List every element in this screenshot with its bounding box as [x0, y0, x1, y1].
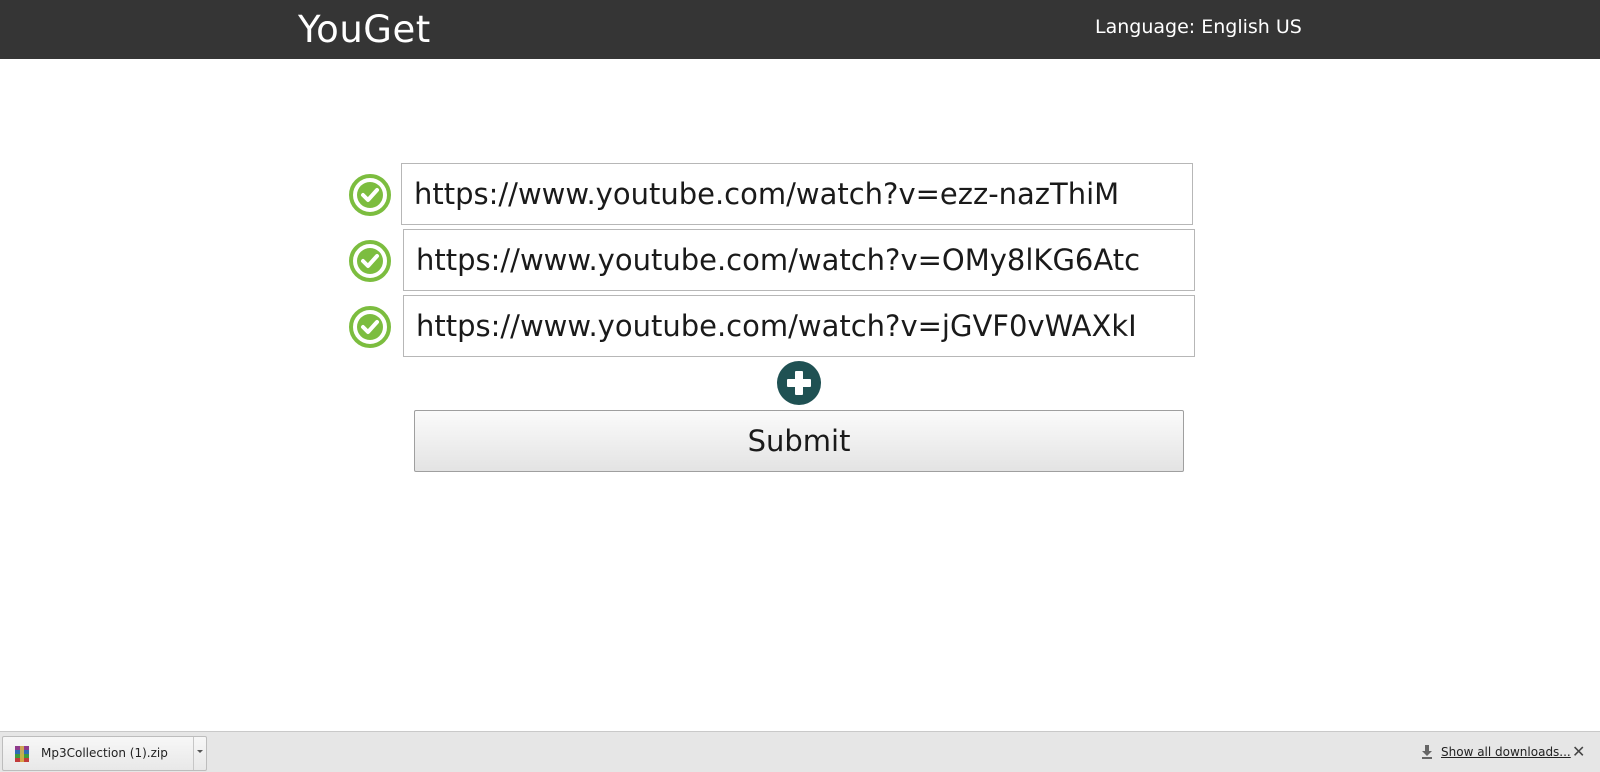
- url-row: [0, 229, 1600, 291]
- app-title[interactable]: YouGet: [298, 8, 431, 51]
- plus-icon: [787, 371, 811, 395]
- check-circle-icon: [349, 306, 391, 348]
- chevron-down-icon: [197, 750, 203, 753]
- download-item[interactable]: Mp3Collection (1).zip: [2, 736, 207, 771]
- app-header: YouGet Language: English US: [0, 0, 1600, 59]
- url-row: [0, 295, 1600, 357]
- submit-button[interactable]: Submit: [414, 410, 1184, 472]
- url-row: [0, 163, 1600, 225]
- download-arrow-icon: [1422, 745, 1432, 759]
- show-all-downloads-link[interactable]: Show all downloads...: [1441, 745, 1571, 759]
- url-input-3[interactable]: [403, 295, 1195, 357]
- language-selector[interactable]: Language: English US: [1095, 16, 1302, 38]
- check-circle-icon: [349, 174, 391, 216]
- close-icon[interactable]: ✕: [1572, 742, 1585, 761]
- url-input-2[interactable]: [403, 229, 1195, 291]
- url-input-1[interactable]: [401, 163, 1193, 225]
- winrar-archive-icon: [15, 746, 29, 762]
- download-file-name: Mp3Collection (1).zip: [41, 746, 168, 760]
- download-bar: Mp3Collection (1).zip Show all downloads…: [0, 731, 1600, 772]
- download-menu-button[interactable]: [193, 737, 207, 770]
- add-url-button[interactable]: [777, 361, 821, 405]
- check-circle-icon: [349, 240, 391, 282]
